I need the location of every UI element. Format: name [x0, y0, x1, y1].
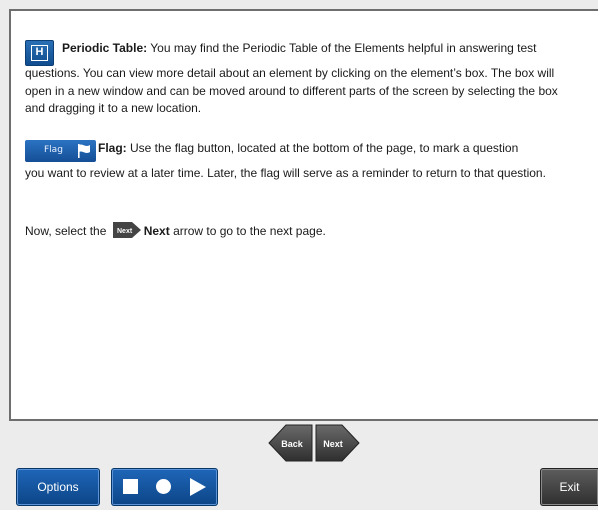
options-button[interactable]: Options [16, 468, 100, 506]
next-arrow-icon-label: Next [117, 228, 133, 235]
next-instruction-after: arrow to go to the next page. [169, 224, 326, 239]
periodic-table-heading: Periodic Table: [62, 41, 148, 55]
exit-button[interactable]: Exit [540, 468, 598, 506]
periodic-table-text-first: You may find the Periodic Table of the E… [147, 41, 537, 55]
back-button[interactable]: Back [268, 423, 313, 463]
next-label: Next [323, 439, 343, 449]
next-instruction-bold: Next [143, 224, 170, 239]
record-icon[interactable] [156, 479, 171, 494]
periodic-table-text: questions. You can view more detail abou… [25, 66, 558, 115]
back-label: Back [281, 439, 304, 449]
play-icon[interactable] [190, 478, 206, 496]
next-button[interactable]: Next [315, 423, 360, 463]
next-instruction: Now, select the Next Next arrow to go to… [25, 222, 580, 241]
flag-text: you want to review at a later time. Late… [25, 166, 546, 180]
periodic-table-paragraph: Periodic Table: You may find the Periodi… [25, 37, 580, 118]
back-arrow-icon: Back [268, 424, 313, 462]
flag-text-first: Use the flag button, located at the bott… [126, 141, 519, 155]
next-arrow-icon: Next [112, 222, 141, 238]
stop-icon[interactable] [123, 479, 138, 494]
flag-heading: Flag: [98, 141, 127, 155]
media-controls [111, 468, 218, 506]
flag-paragraph: Flag: Use the flag button, located at th… [25, 137, 580, 183]
next-arrow-button-icon: Next [315, 424, 360, 462]
next-instruction-before: Now, select the [25, 224, 110, 239]
